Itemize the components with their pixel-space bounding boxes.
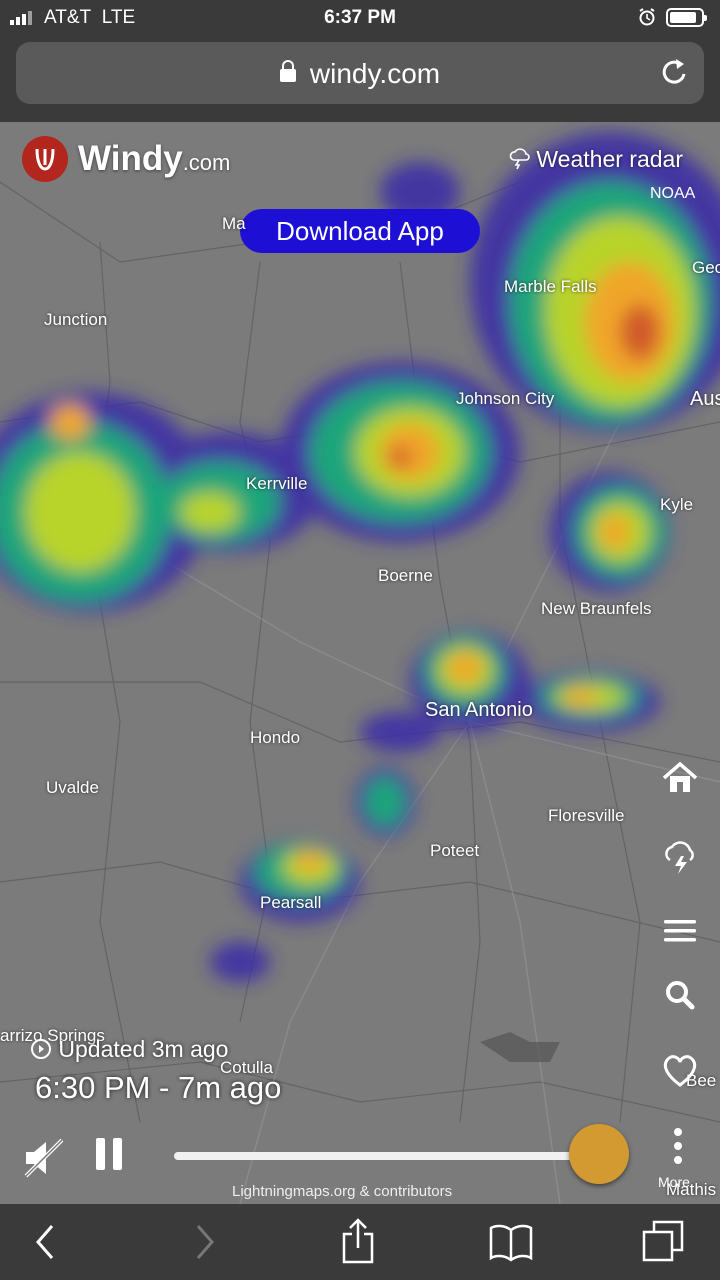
timestamp-label: 6:30 PM - 7m ago bbox=[35, 1070, 282, 1105]
city-label: Pearsall bbox=[260, 893, 322, 912]
radar-map[interactable]: Windy.com Download App Weather radar NOA… bbox=[0, 122, 720, 1204]
lock-icon bbox=[279, 60, 296, 82]
credit-label: Lightningmaps.org & contributors bbox=[232, 1183, 453, 1200]
pause-icon bbox=[96, 1138, 105, 1170]
source-label: NOAA bbox=[650, 185, 696, 202]
city-label: Geo bbox=[692, 258, 720, 277]
updated-label: Updated 3m ago bbox=[30, 1036, 228, 1063]
city-label: Johnson City bbox=[456, 389, 555, 408]
bookmarks-icon[interactable] bbox=[488, 1222, 534, 1262]
city-label: Kyle bbox=[660, 495, 694, 514]
status-bar: AT&T LTE 6:37 PM bbox=[0, 0, 720, 36]
weather-radar-layer[interactable]: Weather radar bbox=[508, 146, 683, 173]
city-label: Uvalde bbox=[46, 778, 99, 797]
menu-icon[interactable] bbox=[660, 916, 700, 946]
reload-icon[interactable] bbox=[660, 56, 690, 88]
battery-icon bbox=[666, 8, 707, 27]
city-label: Marble Falls bbox=[504, 277, 597, 296]
forward-icon[interactable] bbox=[192, 1222, 218, 1262]
timeline-handle[interactable] bbox=[569, 1124, 629, 1184]
pause-button[interactable] bbox=[96, 1138, 122, 1170]
city-label: Boerne bbox=[378, 566, 433, 585]
browser-toolbar bbox=[0, 1204, 720, 1280]
mute-icon[interactable] bbox=[22, 1136, 66, 1180]
city-label: Poteet bbox=[430, 841, 480, 860]
url-text: windy.com bbox=[309, 58, 441, 89]
alarm-icon bbox=[639, 8, 655, 26]
more-label: More bbox=[658, 1174, 690, 1190]
windy-logo[interactable]: Windy.com bbox=[22, 136, 230, 182]
download-app-button[interactable]: Download App bbox=[240, 209, 480, 253]
city-label: San Antonio bbox=[425, 699, 533, 721]
city-label: Junction bbox=[44, 310, 108, 329]
city-label: Hondo bbox=[250, 728, 301, 747]
more-icon[interactable] bbox=[674, 1128, 682, 1164]
city-label: New Braunfels bbox=[541, 599, 652, 618]
windy-logo-icon bbox=[22, 136, 68, 182]
browser-chrome: windy.com bbox=[0, 36, 720, 122]
radar-overlay bbox=[0, 132, 720, 982]
city-label: Aus bbox=[690, 388, 720, 410]
address-bar[interactable]: windy.com bbox=[16, 42, 704, 104]
storm-icon bbox=[509, 148, 530, 170]
windy-logo-text: Windy.com bbox=[78, 139, 231, 178]
tabs-icon[interactable] bbox=[640, 1218, 686, 1264]
city-label: Ma bbox=[222, 214, 246, 233]
clock: 6:37 PM bbox=[324, 7, 396, 28]
clock-icon bbox=[31, 1039, 51, 1059]
share-icon[interactable] bbox=[340, 1218, 376, 1264]
timeline-slider[interactable] bbox=[174, 1152, 604, 1160]
city-label: Floresville bbox=[548, 806, 625, 825]
heart-icon[interactable] bbox=[660, 1052, 700, 1088]
city-label: Kerrville bbox=[246, 474, 308, 493]
search-icon[interactable] bbox=[660, 977, 700, 1013]
home-icon[interactable] bbox=[660, 760, 700, 796]
lightning-icon[interactable] bbox=[660, 836, 700, 876]
back-icon[interactable] bbox=[32, 1222, 58, 1262]
